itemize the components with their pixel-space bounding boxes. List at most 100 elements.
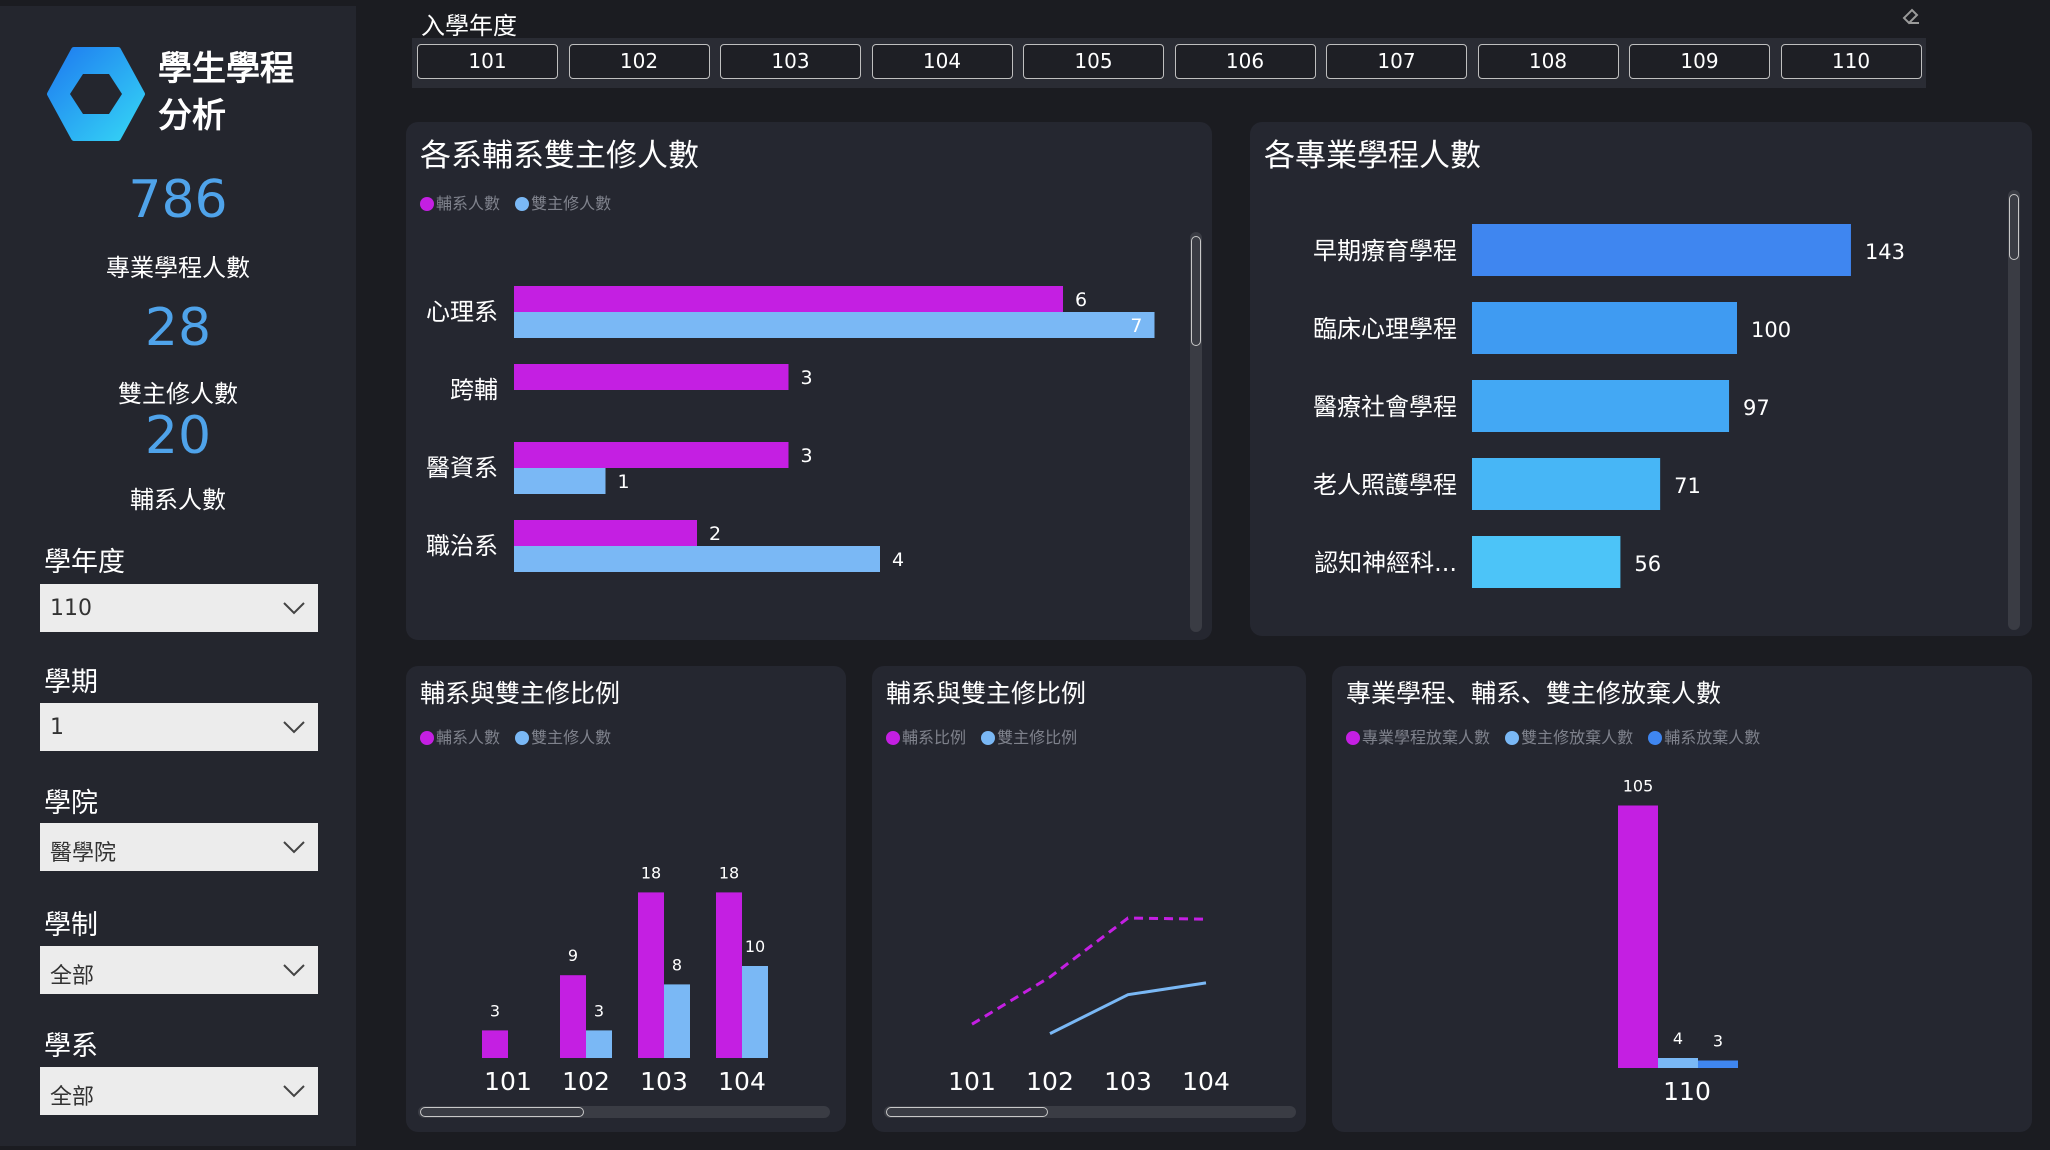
filter-label-year: 學年度 bbox=[44, 547, 125, 578]
year-button-110[interactable]: 110 bbox=[1780, 44, 1922, 79]
chevron-down-icon bbox=[283, 1085, 305, 1098]
year-button-104[interactable]: 104 bbox=[871, 44, 1013, 79]
department-dropdown[interactable]: 全部 bbox=[40, 1067, 318, 1115]
app-title: 學生學程 分析 bbox=[158, 46, 328, 140]
x-tick-label: 102 bbox=[562, 1067, 610, 1096]
bar bbox=[482, 1030, 508, 1058]
series-line bbox=[1049, 981, 1207, 1035]
kpi-value-double-major: 28 bbox=[144, 298, 212, 358]
minor-double-bar-card: 輔系與雙主修比例 輔系人數 雙主修人數 3 101 9 3 102 18 8 103 18 10 1… bbox=[406, 666, 846, 1132]
data-label: 143 bbox=[1865, 240, 1905, 264]
data-label: 8 bbox=[672, 955, 682, 974]
data-label: 2 bbox=[709, 523, 721, 545]
x-tick-label: 101 bbox=[484, 1067, 532, 1096]
bar bbox=[560, 975, 586, 1058]
data-label: 6 bbox=[1075, 289, 1087, 311]
data-label: 3 bbox=[801, 445, 813, 467]
filter-label-system: 學制 bbox=[44, 910, 98, 941]
semester-dropdown[interactable]: 1 bbox=[40, 703, 318, 751]
year-slicer-title: 入學年度 bbox=[421, 12, 517, 40]
eraser-icon[interactable] bbox=[1900, 4, 1922, 26]
year-dropdown[interactable]: 110 bbox=[40, 584, 318, 632]
chevron-down-icon bbox=[283, 721, 305, 734]
x-tick-label: 110 bbox=[1663, 1077, 1711, 1106]
category-label: 醫資系 bbox=[426, 454, 498, 482]
bar bbox=[514, 520, 697, 546]
data-label: 3 bbox=[1713, 1032, 1723, 1051]
data-label: 1 bbox=[618, 471, 630, 493]
dept-minor-double-card: 各系輔系雙主修人數 輔系人數 雙主修人數 心理系 6 7 跨輔 3 醫資系 3 1 職治系 2 4 bbox=[406, 122, 1212, 640]
year-button-108[interactable]: 108 bbox=[1477, 44, 1619, 79]
program-bar-chart: 早期療育學程 143 臨床心理學程 100 醫療社會學程 97 老人照護學程 71 認知神經科.… bbox=[1313, 224, 1905, 588]
category-label: 心理系 bbox=[426, 298, 498, 326]
data-label: 4 bbox=[892, 549, 904, 571]
year-button-105[interactable]: 105 bbox=[1023, 44, 1164, 79]
data-label: 18 bbox=[641, 863, 661, 882]
bar bbox=[742, 966, 768, 1058]
data-label: 97 bbox=[1743, 396, 1770, 420]
filter-label-college: 學院 bbox=[44, 788, 98, 819]
scrollbar-thumb[interactable] bbox=[1191, 236, 1201, 346]
bar bbox=[1472, 224, 1851, 276]
x-tick-label: 102 bbox=[1026, 1067, 1074, 1096]
bar bbox=[514, 546, 880, 572]
year-button-107[interactable]: 107 bbox=[1326, 44, 1467, 79]
chevron-down-icon bbox=[283, 841, 305, 854]
year-button-109[interactable]: 109 bbox=[1629, 44, 1770, 79]
bar bbox=[514, 312, 1155, 338]
college-dropdown[interactable]: 醫學院 bbox=[40, 823, 318, 871]
college-dropdown-value: 醫學院 bbox=[50, 841, 117, 866]
bar bbox=[1472, 458, 1661, 510]
minor-double-bar-chart: 3101931021881031810104 bbox=[482, 863, 768, 1096]
data-label: 9 bbox=[568, 946, 578, 965]
bar bbox=[514, 468, 606, 494]
sidebar: 學生學程 分析 786 專業學程人數 28 雙主修人數 20 輔系人數 學年度 … bbox=[0, 6, 356, 1146]
bar bbox=[716, 892, 742, 1058]
app-title-line2: 分析 bbox=[158, 96, 226, 136]
withdrawal-bar-chart: 105 4 3 110 bbox=[1618, 777, 1738, 1106]
minor-double-line-chart: 101 102 103 104 bbox=[948, 916, 1230, 1096]
category-label: 認知神經科... bbox=[1314, 549, 1457, 577]
x-tick-label: 101 bbox=[948, 1067, 996, 1096]
app-title-line1: 學生學程 bbox=[158, 49, 294, 89]
data-label: 3 bbox=[801, 367, 813, 389]
scrollbar-thumb[interactable] bbox=[420, 1107, 584, 1117]
vertical-scrollbar[interactable] bbox=[2008, 190, 2020, 630]
x-tick-label: 103 bbox=[1104, 1067, 1152, 1096]
system-dropdown-value: 全部 bbox=[50, 964, 95, 989]
horizontal-scrollbar[interactable] bbox=[418, 1106, 830, 1118]
data-label: 10 bbox=[745, 937, 765, 956]
bar bbox=[1472, 302, 1737, 354]
chevron-down-icon bbox=[283, 964, 305, 977]
bar bbox=[1658, 1058, 1698, 1068]
dept-bar-chart: 心理系 6 7 跨輔 3 醫資系 3 1 職治系 2 4 bbox=[426, 286, 1155, 572]
hexagon-logo-icon bbox=[47, 47, 145, 141]
category-label: 老人照護學程 bbox=[1313, 471, 1457, 499]
kpi-label-double-major: 雙主修人數 bbox=[118, 380, 238, 408]
department-dropdown-value: 全部 bbox=[50, 1085, 95, 1110]
horizontal-scrollbar[interactable] bbox=[884, 1106, 1296, 1118]
bar bbox=[586, 1030, 612, 1058]
data-label: 7 bbox=[1130, 315, 1142, 337]
data-label: 100 bbox=[1751, 318, 1791, 342]
bar bbox=[664, 984, 690, 1058]
data-label: 71 bbox=[1674, 474, 1701, 498]
minor-double-line-card: 輔系與雙主修比例 輔系比例 雙主修比例 101 102 103 104 bbox=[872, 666, 1306, 1132]
year-button-101[interactable]: 101 bbox=[417, 44, 558, 79]
year-button-103[interactable]: 103 bbox=[720, 44, 861, 79]
scrollbar-thumb[interactable] bbox=[886, 1107, 1048, 1117]
scrollbar-thumb[interactable] bbox=[2009, 194, 2019, 260]
year-button-102[interactable]: 102 bbox=[568, 44, 710, 79]
year-dropdown-value: 110 bbox=[50, 596, 92, 621]
year-button-106[interactable]: 106 bbox=[1174, 44, 1316, 79]
withdrawal-card: 專業學程、輔系、雙主修放棄人數 專業學程放棄人數 雙主修放棄人數 輔系放棄人數 … bbox=[1332, 666, 2032, 1132]
program-count-card: 各專業學程人數 早期療育學程 143 臨床心理學程 100 醫療社會學程 97 老人照護學程… bbox=[1250, 122, 2032, 636]
bar bbox=[638, 892, 664, 1058]
kpi-value-program: 786 bbox=[128, 170, 228, 230]
bar bbox=[1472, 536, 1621, 588]
vertical-scrollbar[interactable] bbox=[1190, 232, 1202, 632]
series-line bbox=[971, 916, 1207, 1026]
data-label: 3 bbox=[594, 1001, 604, 1020]
data-label: 105 bbox=[1623, 777, 1654, 796]
system-dropdown[interactable]: 全部 bbox=[40, 946, 318, 994]
